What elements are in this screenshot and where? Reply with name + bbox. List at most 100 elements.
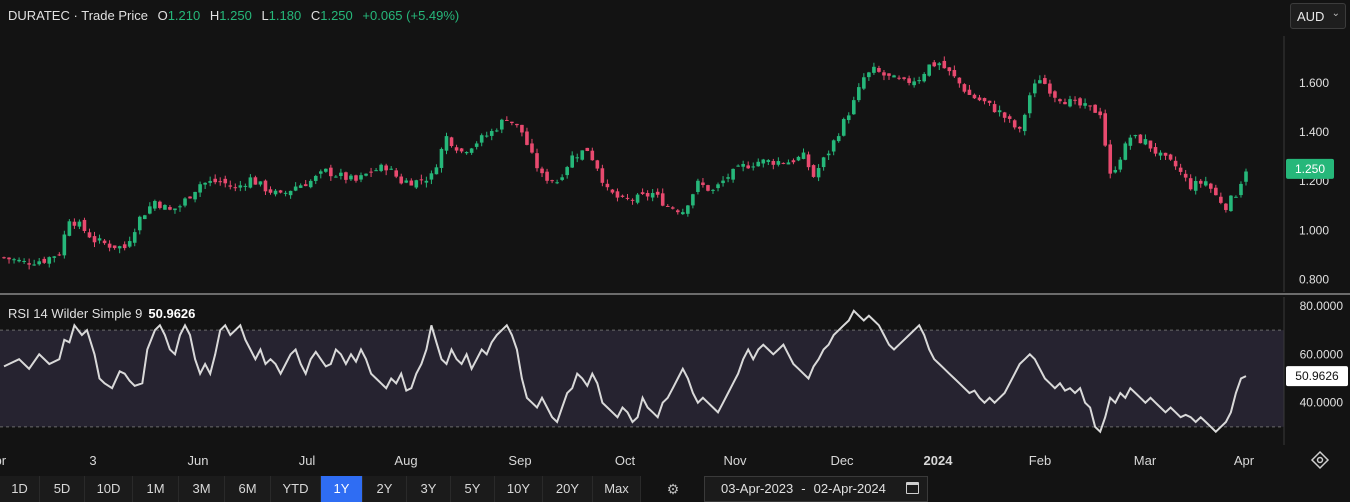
candle-body [862,77,866,89]
candle-body [137,216,142,231]
candle-body [977,97,982,101]
range-button-6m[interactable]: 6M [225,476,271,502]
candle-body [665,205,670,207]
candle-body [1219,196,1223,203]
candle-body [786,162,791,165]
candle-body [1103,113,1108,146]
date-range-picker[interactable]: 03-Apr-2023-02-Apr-2024 [704,476,928,502]
range-button-5y[interactable]: 5Y [451,476,495,502]
ohlc-low: L1.180 [261,8,302,23]
candle-body [540,168,544,174]
range-button-20y[interactable]: 20Y [543,476,593,502]
candle-body [806,154,811,168]
reset-zoom-icon[interactable] [1310,450,1330,470]
candle-body [1073,99,1077,101]
candle-body [409,180,414,186]
candle-body [203,182,207,185]
candle-body [228,185,233,187]
time-tick-label: Jun [188,453,209,468]
candle-body [947,67,952,72]
candle-body [97,238,102,241]
range-button-1m[interactable]: 1M [133,476,179,502]
last-price-tag: 1.250 [1286,158,1334,179]
candle-body [22,260,26,262]
range-button-max[interactable]: Max [593,476,641,502]
rsi-tick-label: 80.0000 [1300,299,1344,313]
candle-body [776,161,781,165]
candle-body [208,181,212,183]
candle-body [364,173,368,176]
range-button-2y[interactable]: 2Y [363,476,407,502]
symbol: DURATEC [8,8,70,23]
candle-body [510,121,514,124]
candle-body [841,119,846,136]
candle-body [590,150,595,161]
candle-body [851,100,856,115]
range-button-5d[interactable]: 5D [40,476,85,502]
chart-canvas[interactable]: 0.8001.0001.2001.4001.600 80.000060.0000… [0,0,1350,476]
last-price-tag-text: 1.250 [1295,162,1325,176]
candle-body [464,152,469,154]
candle-body [42,258,47,263]
candle-body [982,98,987,102]
candle-body [344,172,348,180]
candle-body [1048,83,1052,94]
candle-body [37,261,41,265]
candle-body [872,66,876,73]
range-button-3y[interactable]: 3Y [407,476,451,502]
candle-body [404,180,409,183]
candle-body [273,190,278,195]
candle-body [1027,95,1032,114]
candle-body [741,163,745,167]
candle-body [47,257,52,264]
range-button-10y[interactable]: 10Y [495,476,543,502]
candle-body [92,236,97,243]
price-tick-label: 1.400 [1299,125,1329,139]
gear-icon[interactable]: ⚙ [660,476,686,502]
candle-body [474,143,479,147]
candle-body [419,179,424,181]
candle-body [736,165,740,167]
candle-body [1002,112,1007,118]
candle-body [439,148,444,168]
candle-body [826,153,831,156]
candle-body [52,256,57,258]
range-button-10d[interactable]: 10D [85,476,133,502]
rsi-tick-label: 40.0000 [1300,396,1344,410]
candle-body [701,182,705,186]
candle-body [238,185,243,188]
candle-body [424,180,429,183]
candle-body [675,210,680,213]
candle-body [882,72,886,76]
rsi-legend: RSI 14 Wilder Simple 9 50.9626 [8,306,195,321]
candle-body [434,167,439,175]
time-tick-label: 3 [89,453,96,468]
candle-body [987,100,992,103]
candle-body [243,185,248,187]
candle-body [218,181,223,183]
candle-body [298,185,303,188]
candle-body [1108,144,1113,174]
candle-body [836,136,841,142]
candle-body [479,135,484,143]
candle-body [258,181,263,185]
candle-body [1128,137,1133,146]
candle-body [324,168,328,172]
candle-body [163,204,167,210]
candle-body [1158,152,1163,156]
candle-body [293,186,298,191]
time-tick-label: 2024 [924,453,954,468]
candle-body [766,160,771,162]
currency-select[interactable]: AUD ⌄ [1290,3,1346,29]
candle-body [525,131,529,145]
range-button-1d[interactable]: 1D [0,476,40,502]
range-button-ytd[interactable]: YTD [271,476,321,502]
candle-body [625,197,630,199]
calendar-icon[interactable] [906,482,919,494]
candle-body [595,160,600,169]
range-button-3m[interactable]: 3M [179,476,225,502]
candle-body [560,177,564,180]
range-button-1y[interactable]: 1Y [321,476,363,502]
candle-body [500,119,504,130]
candle-body [444,136,449,151]
